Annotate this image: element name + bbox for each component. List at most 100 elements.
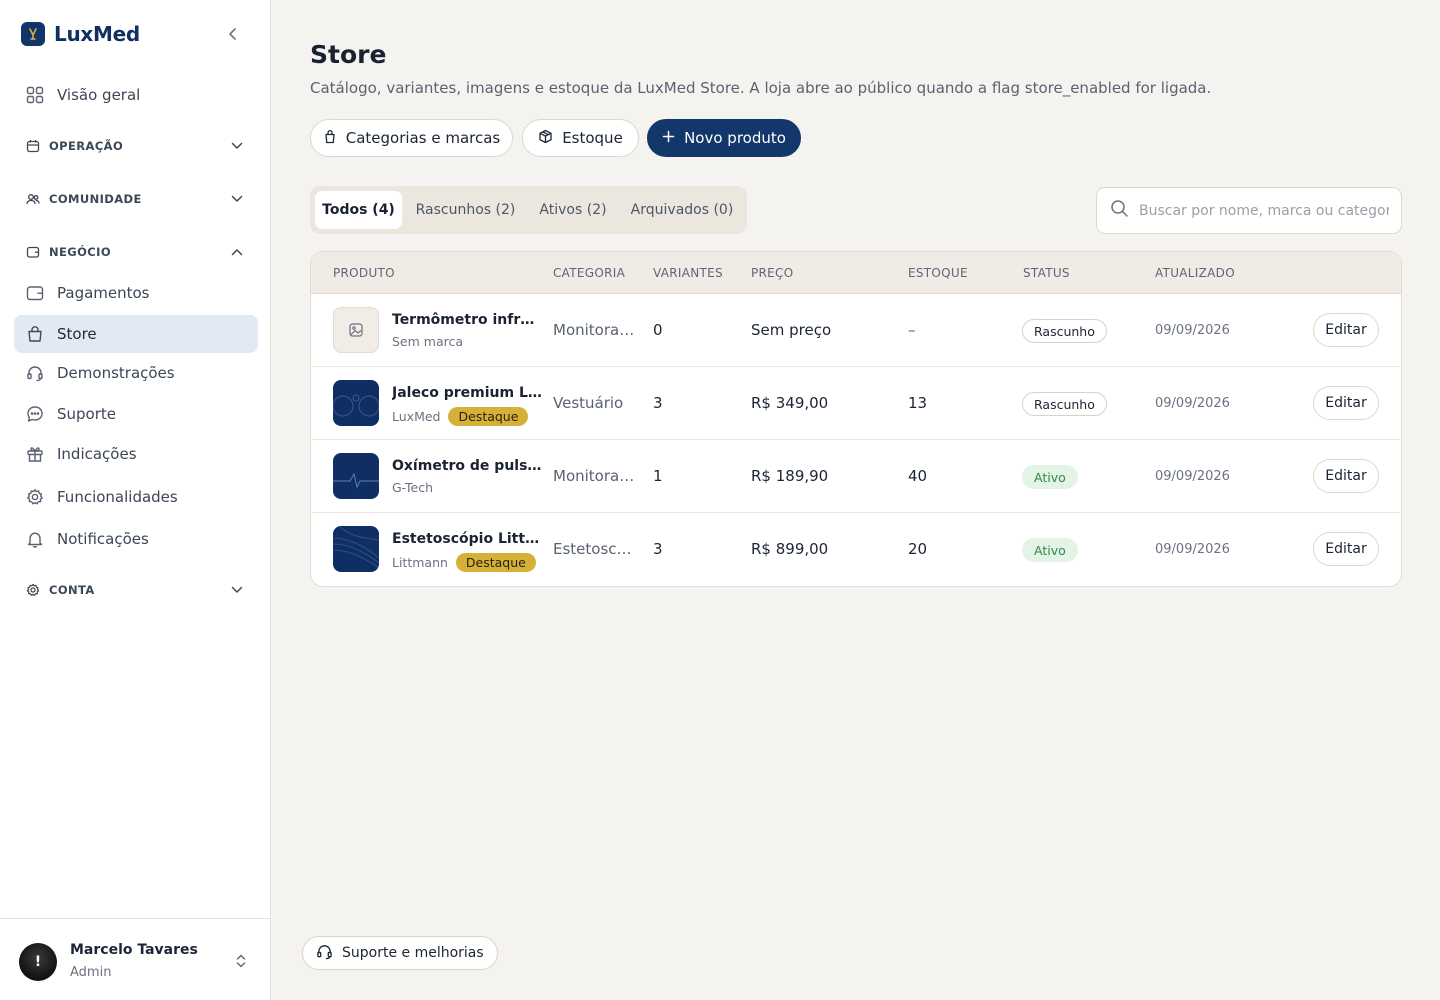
sidebar-item-label: Indicações — [57, 445, 137, 463]
headset-icon — [316, 943, 333, 964]
edit-button[interactable]: Editar — [1313, 386, 1379, 420]
user-name: Marcelo Tavares — [70, 942, 198, 958]
product-updated: 09/09/2026 — [1155, 323, 1230, 338]
circles-pattern-icon — [333, 380, 379, 426]
button-label: Novo produto — [684, 129, 786, 147]
product-brand-line: Sem marca — [392, 334, 463, 349]
status-tabs: Todos (4) Rascunhos (2) Ativos (2) Arqui… — [310, 186, 747, 234]
product-variants: 3 — [653, 394, 663, 412]
product-updated: 09/09/2026 — [1155, 469, 1230, 484]
product-brand-line: LuxMed Destaque — [392, 407, 529, 426]
table-header: PRODUTO CATEGORIA VARIANTES PREÇO ESTOQU… — [311, 252, 1401, 294]
column-header-variantes[interactable]: VARIANTES — [653, 266, 723, 280]
product-price: R$ 899,00 — [751, 540, 829, 558]
table-row[interactable]: Oxímetro de pulso G-Tech G-Tech Monitora… — [311, 440, 1401, 513]
column-header-preco[interactable]: PREÇO — [751, 266, 793, 280]
categories-brands-button[interactable]: Categorias e marcas — [310, 119, 513, 157]
featured-badge: Destaque — [448, 407, 529, 426]
chevron-up-down-icon[interactable] — [232, 952, 250, 970]
new-product-button[interactable]: Novo produto — [647, 119, 801, 157]
status-badge: Ativo — [1022, 465, 1078, 489]
search-input[interactable] — [1139, 202, 1389, 219]
sidebar-item-indicacoes[interactable]: Indicações — [14, 435, 258, 473]
image-placeholder-icon — [333, 307, 379, 353]
section-conta[interactable]: CONTA — [14, 578, 258, 602]
sidebar-item-label: Suporte — [57, 405, 117, 423]
column-header-categoria[interactable]: CATEGORIA — [553, 266, 625, 280]
tab-rascunhos[interactable]: Rascunhos (2) — [408, 191, 523, 229]
calendar-icon — [26, 139, 40, 153]
stock-button[interactable]: Estoque — [522, 119, 639, 157]
plus-icon — [662, 129, 675, 147]
section-label: COMUNIDADE — [49, 192, 142, 206]
product-stock: 40 — [908, 467, 928, 485]
product-price: R$ 349,00 — [751, 394, 829, 412]
product-updated: 09/09/2026 — [1155, 542, 1230, 557]
sidebar-item-label: Store — [57, 325, 97, 343]
section-comunidade[interactable]: COMUNIDADE — [14, 187, 258, 211]
sidebar-item-notificacoes[interactable]: Notificações — [14, 520, 258, 558]
tab-arquivados[interactable]: Arquivados (0) — [622, 191, 742, 229]
user-role: Admin — [70, 965, 112, 980]
product-category: Monitoramento — [553, 321, 639, 339]
sidebar-item-suporte[interactable]: Suporte — [14, 395, 258, 433]
product-name[interactable]: Estetoscópio Littmann — [392, 531, 542, 547]
sidebar-item-label: Pagamentos — [57, 284, 150, 302]
column-header-atualizado[interactable]: ATUALIZADO — [1155, 266, 1235, 280]
brand[interactable]: LuxMed — [21, 22, 140, 46]
sidebar-item-label: Visão geral — [57, 86, 141, 104]
product-updated: 09/09/2026 — [1155, 396, 1230, 411]
edit-button[interactable]: Editar — [1313, 459, 1379, 493]
support-feedback-button[interactable]: Suporte e melhorias — [302, 936, 498, 970]
edit-button[interactable]: Editar — [1313, 532, 1379, 566]
button-label: Suporte e melhorias — [342, 945, 484, 961]
column-header-produto[interactable]: PRODUTO — [333, 266, 395, 280]
luxmed-logo-icon — [21, 22, 45, 46]
user-menu[interactable]: ! Marcelo Tavares Admin — [0, 918, 271, 1000]
box-icon — [538, 129, 553, 148]
sidebar-item-pagamentos[interactable]: Pagamentos — [14, 274, 258, 312]
wallet-icon — [25, 284, 44, 303]
product-brand: Sem marca — [392, 334, 464, 349]
sidebar-item-overview[interactable]: Visão geral — [14, 76, 258, 114]
column-header-status[interactable]: STATUS — [1023, 266, 1070, 280]
tab-ativos[interactable]: Ativos (2) — [530, 191, 616, 229]
table-row[interactable]: Jaleco premium LuxMed LuxMed Destaque Ve… — [311, 367, 1401, 440]
edit-button[interactable]: Editar — [1313, 313, 1379, 347]
sidebar-item-funcionalidades[interactable]: Funcionalidades — [14, 478, 258, 516]
sidebar-item-label: Funcionalidades — [57, 488, 178, 506]
featured-badge: Destaque — [455, 553, 536, 572]
column-header-estoque[interactable]: ESTOQUE — [908, 266, 968, 280]
table-row[interactable]: Termômetro infravermelho Sem marca Monit… — [311, 294, 1401, 367]
sidebar-item-demonstracoes[interactable]: Demonstrações — [14, 354, 258, 392]
product-stock: – — [908, 321, 916, 339]
chat-bubble-icon — [25, 405, 44, 424]
gear-icon — [26, 583, 40, 597]
product-name[interactable]: Termômetro infravermelho — [392, 312, 542, 328]
product-name[interactable]: Jaleco premium LuxMed — [392, 385, 542, 401]
section-operacao[interactable]: OPERAÇÃO — [14, 134, 258, 158]
gift-icon — [25, 445, 44, 464]
status-badge: Rascunho — [1022, 319, 1107, 343]
page-title: Store — [310, 40, 387, 69]
tab-todos[interactable]: Todos (4) — [315, 191, 402, 229]
bell-icon — [25, 530, 44, 549]
waves-pattern-icon — [333, 526, 379, 572]
product-category: Monitoramento — [553, 467, 639, 485]
product-brand: G-Tech — [392, 480, 434, 495]
sidebar-item-store[interactable]: Store — [14, 315, 258, 353]
search-box[interactable] — [1096, 187, 1402, 234]
tag-icon — [323, 129, 337, 148]
product-name[interactable]: Oxímetro de pulso G-Tech — [392, 458, 542, 474]
section-label: CONTA — [49, 583, 95, 597]
product-price: R$ 189,90 — [751, 467, 829, 485]
chevron-down-icon — [230, 139, 244, 153]
collapse-sidebar-chevron-left-icon[interactable] — [224, 25, 242, 43]
chevron-down-icon — [230, 583, 244, 597]
products-table: PRODUTO CATEGORIA VARIANTES PREÇO ESTOQU… — [310, 251, 1402, 587]
product-variants: 0 — [653, 321, 663, 339]
section-negocio[interactable]: NEGÓCIO — [14, 240, 258, 264]
search-icon — [1110, 199, 1129, 222]
table-row[interactable]: Estetoscópio Littmann Littmann Destaque … — [311, 513, 1401, 586]
product-variants: 1 — [653, 467, 663, 485]
